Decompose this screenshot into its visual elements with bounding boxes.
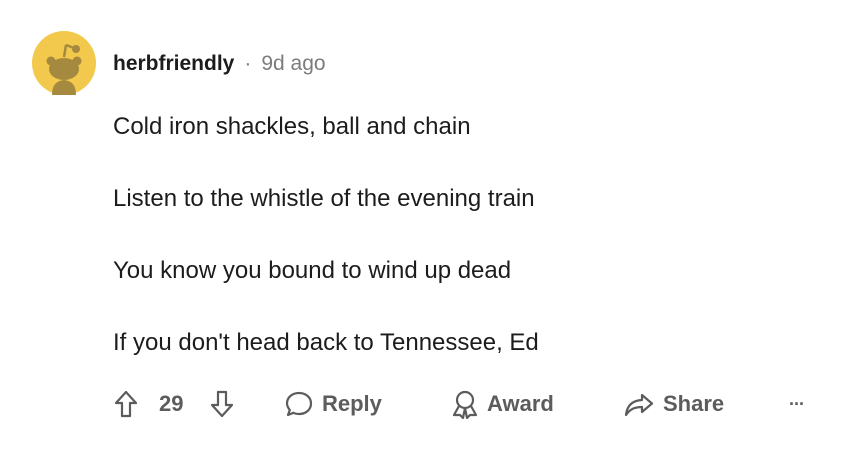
more-options-icon[interactable]: ··· <box>789 386 805 422</box>
upvote-button[interactable] <box>113 386 139 422</box>
award-label: Award <box>487 391 554 416</box>
downvote-arrow-icon <box>210 390 234 418</box>
comment-line-1: Cold iron shackles, ball and chain <box>113 113 471 140</box>
meta-separator: · <box>244 52 252 75</box>
comment-line-2: Listen to the whistle of the evening tra… <box>113 185 535 212</box>
downvote-button[interactable] <box>209 386 235 422</box>
award-button[interactable]: Award <box>451 386 554 422</box>
share-arrow-icon <box>624 393 654 417</box>
reply-label: Reply <box>322 391 382 416</box>
comment-timestamp[interactable]: 9d ago <box>261 52 325 76</box>
speech-bubble-icon <box>285 391 313 417</box>
award-ribbon-icon <box>452 390 478 419</box>
share-label: Share <box>663 391 725 416</box>
comment-line-4: If you don't head back to Tennessee, Ed <box>113 329 539 356</box>
vote-count: 29 <box>159 391 184 416</box>
comment-line-3: You know you bound to wind up dead <box>113 257 512 284</box>
comment-action-bar: 29 Reply Award Share ··· <box>113 386 823 422</box>
reply-button[interactable]: Reply <box>284 386 382 422</box>
user-avatar[interactable] <box>32 31 96 95</box>
username-link[interactable]: herbfriendly <box>113 52 234 76</box>
snoo-avatar-icon <box>32 31 96 95</box>
upvote-arrow-icon <box>114 390 138 418</box>
share-button[interactable]: Share <box>623 386 724 422</box>
comment-header: herbfriendly · 9d ago <box>113 50 326 78</box>
